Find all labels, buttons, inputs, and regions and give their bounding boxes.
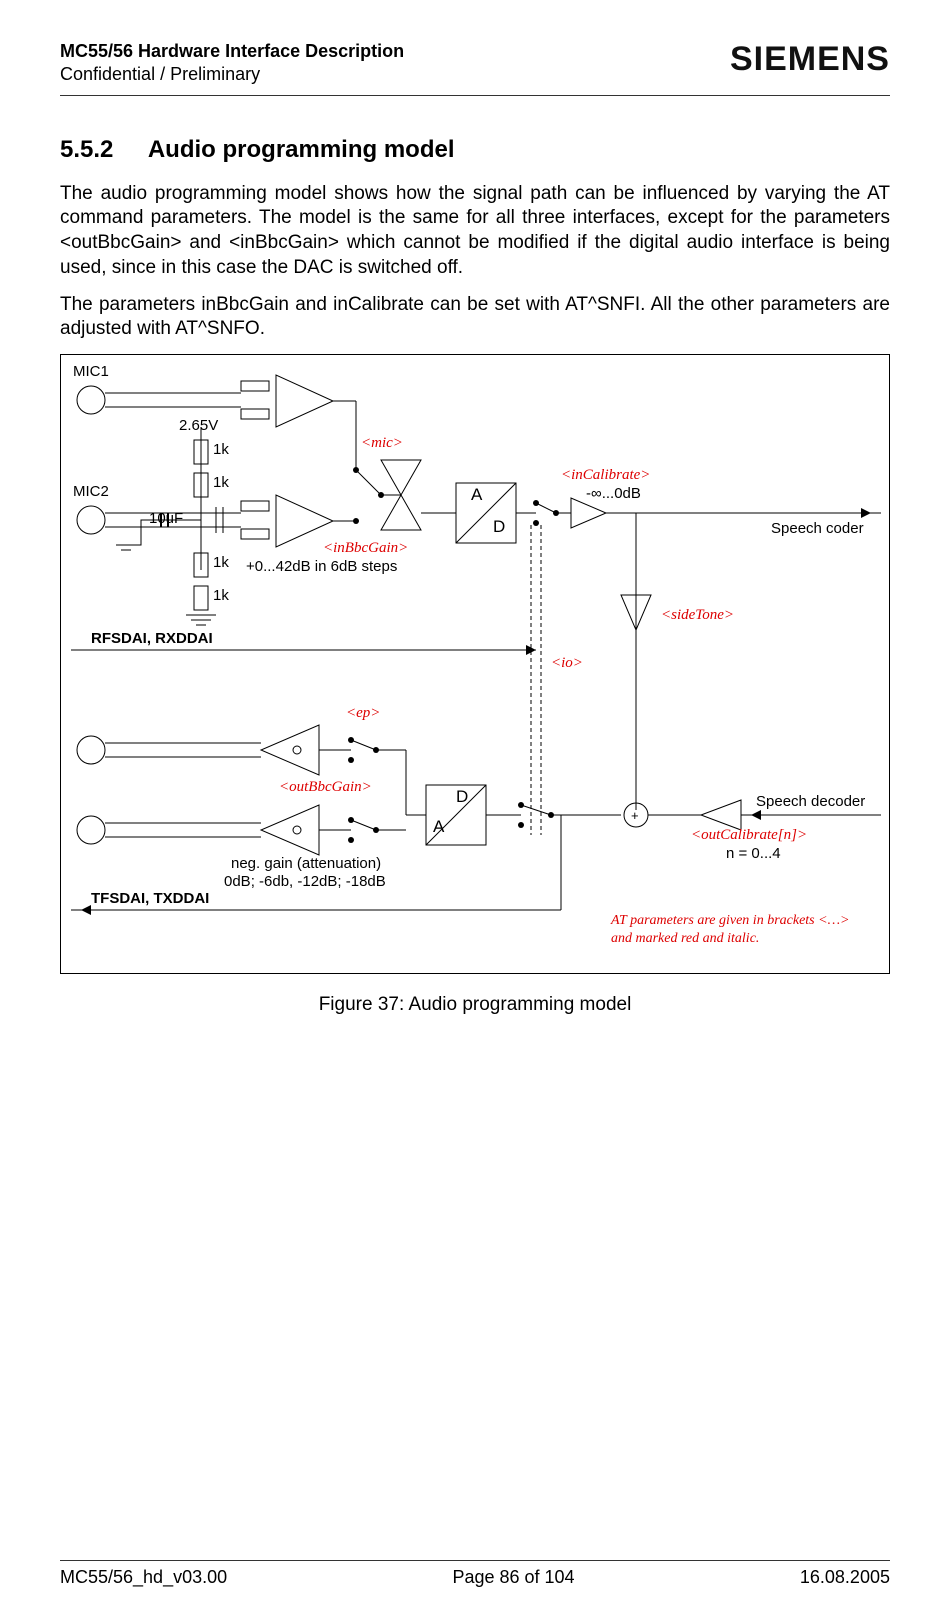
r2-label: 1k [213, 474, 229, 491]
r4-label: 1k [213, 587, 229, 604]
figure-diagram: MIC1 MIC2 2.65V 1k 1k 1k 1k 10uF <mic> <… [60, 354, 890, 974]
doc-subtitle: Confidential / Preliminary [60, 63, 404, 86]
mic1-label: MIC1 [73, 363, 109, 380]
speech-decoder-label: Speech decoder [756, 793, 865, 810]
mic-param: <mic> [361, 435, 403, 452]
page-header: MC55/56 Hardware Interface Description C… [60, 40, 890, 96]
outbbcgain-param: <outBbcGain> [279, 779, 372, 796]
at-note-2: and marked red and italic. [611, 931, 759, 947]
paragraph-1: The audio programming model shows how th… [60, 182, 890, 281]
sidetone-param: <sideTone> [661, 607, 734, 624]
paragraph-2: The parameters inBbcGain and inCalibrate… [60, 293, 890, 342]
outcalibrate-param: <outCalibrate[n]> [691, 827, 807, 844]
footer-left: MC55/56_hd_v03.00 [60, 1567, 227, 1588]
inbbcgain-note: +0...42dB in 6dB steps [246, 558, 397, 575]
ep-param: <ep> [346, 705, 380, 722]
incalibrate-note: -∞...0dB [586, 485, 641, 502]
footer-right: 16.08.2005 [800, 1567, 890, 1588]
da-a: A [433, 817, 444, 837]
at-note-1: AT parameters are given in brackets <…> [611, 913, 849, 929]
ad-d: D [493, 517, 505, 537]
section-title: Audio programming model [148, 136, 455, 163]
figure-caption: Figure 37: Audio programming model [60, 994, 890, 1016]
plus-symbol: + [631, 808, 639, 823]
mic2-label: MIC2 [73, 483, 109, 500]
doc-title: MC55/56 Hardware Interface Description [60, 40, 404, 63]
page-footer: MC55/56_hd_v03.00 Page 86 of 104 16.08.2… [60, 1560, 890, 1588]
section-heading: 5.5.2 Audio programming model [60, 136, 890, 164]
incalibrate-param: <inCalibrate> [561, 467, 650, 484]
tfsdai-label: TFSDAI, TXDDAI [91, 890, 209, 907]
outcalibrate-note: n = 0...4 [726, 845, 781, 862]
voltage-label: 2.65V [179, 417, 218, 434]
neggain-label1: neg. gain (attenuation) [231, 855, 381, 872]
ad-a: A [471, 485, 482, 505]
section-number: 5.5.2 [60, 136, 113, 163]
footer-center: Page 86 of 104 [452, 1567, 574, 1588]
neggain-label2: 0dB; -6db, -12dB; -18dB [224, 873, 386, 890]
rfsdai-label: RFSDAI, RXDDAI [91, 630, 213, 647]
speech-coder-label: Speech coder [771, 520, 864, 537]
da-d: D [456, 787, 468, 807]
cap-label: 10uF [149, 510, 183, 527]
io-param: <io> [551, 655, 583, 672]
r1-label: 1k [213, 441, 229, 458]
siemens-logo: SIEMENS [730, 40, 890, 79]
inbbcgain-param: <inBbcGain> [323, 540, 408, 557]
r3-label: 1k [213, 554, 229, 571]
